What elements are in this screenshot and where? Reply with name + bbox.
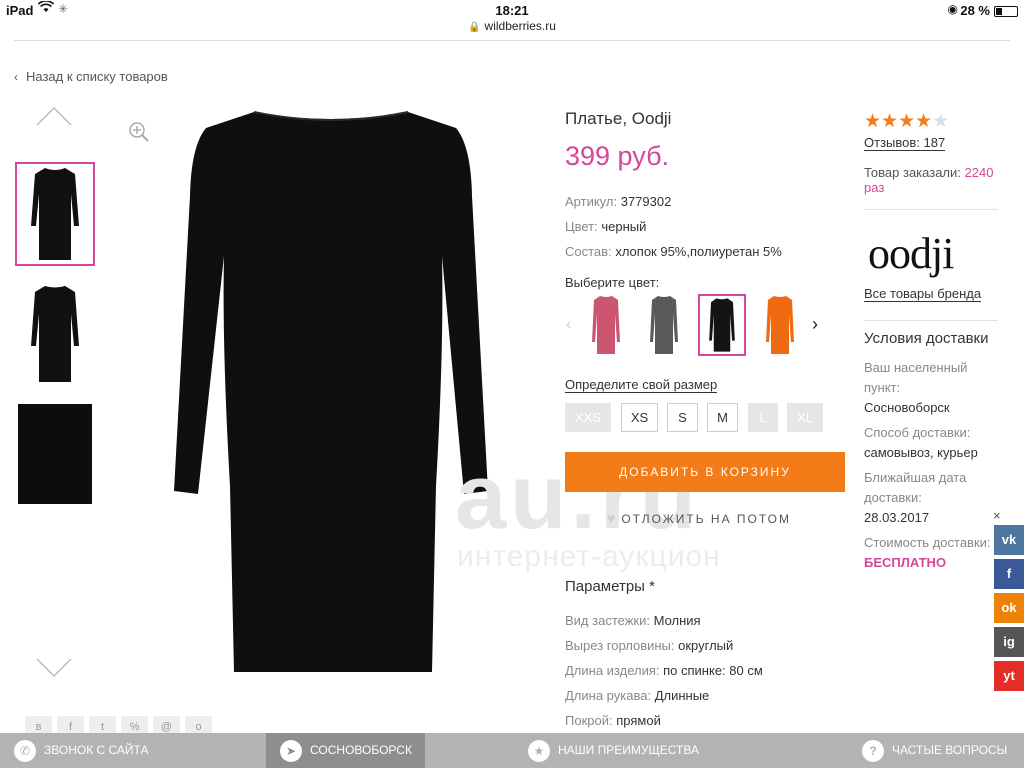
heart-icon: ♥ bbox=[607, 510, 618, 526]
delivery-title: Условия доставки bbox=[864, 330, 989, 347]
location-arrow-icon: ➤ bbox=[280, 739, 302, 762]
size-xxs[interactable]: XXS bbox=[565, 403, 611, 432]
choose-color-label: Выберите цвет: bbox=[565, 275, 660, 290]
star-icon: ★ bbox=[528, 739, 550, 762]
size-guide-link[interactable]: Определите свой размер bbox=[565, 377, 718, 393]
delivery-label: Стоимость доставки: bbox=[864, 535, 991, 550]
product-main-image bbox=[174, 111, 488, 672]
param-row: Длина изделия: по спинке: 80 см bbox=[565, 663, 763, 678]
color-row: Цвет: черный bbox=[565, 219, 647, 234]
chevron-right-icon[interactable]: › bbox=[812, 314, 818, 335]
color-swatch-grey[interactable] bbox=[640, 294, 688, 356]
divider bbox=[14, 40, 1010, 41]
param-row: Покрой: прямой bbox=[565, 713, 661, 728]
battery-percent: 28 % bbox=[960, 3, 990, 18]
delivery-label: Ваш населенный пункт: bbox=[864, 360, 968, 395]
color-swatch-black[interactable] bbox=[698, 294, 746, 356]
zoom-icon[interactable] bbox=[128, 121, 150, 143]
phone-icon: ✆ bbox=[14, 739, 36, 762]
thumbs-up-arrow-icon[interactable] bbox=[36, 106, 72, 126]
faq-button[interactable]: ? ЧАСТЫЕ ВОПРОСЫ bbox=[862, 733, 1007, 768]
divider bbox=[864, 320, 998, 321]
delivery-label: Способ доставки: bbox=[864, 425, 971, 440]
ordered-count: Товар заказали: 2240 раз bbox=[864, 165, 994, 195]
advantages-button[interactable]: ★ НАШИ ПРЕИМУЩЕСТВА bbox=[528, 733, 699, 768]
product-title: Платье, Oodji bbox=[565, 109, 672, 128]
url-text: wildberries.ru bbox=[484, 19, 556, 33]
youtube-icon[interactable]: yt bbox=[994, 661, 1024, 691]
address-bar[interactable]: 🔒 wildberries.ru bbox=[0, 19, 1024, 33]
param-row: Длина рукава: Длинные bbox=[565, 688, 710, 703]
instagram-icon[interactable]: ig bbox=[994, 627, 1024, 657]
size-xl[interactable]: XL bbox=[787, 403, 823, 432]
divider bbox=[864, 209, 998, 210]
back-label: Назад к списку товаров bbox=[26, 69, 168, 84]
delivery-date: 28.03.2017 bbox=[864, 510, 930, 525]
brand-all-products-link[interactable]: Все товары бренда bbox=[864, 286, 982, 302]
rotation-lock-icon: ◉ bbox=[947, 2, 958, 16]
size-xs[interactable]: XS bbox=[621, 403, 658, 432]
add-to-cart-button[interactable]: ДОБАВИТЬ В КОРЗИНУ bbox=[565, 452, 845, 492]
battery-icon bbox=[994, 6, 1018, 17]
back-to-list-link[interactable]: ‹ Назад к списку товаров bbox=[14, 69, 168, 84]
clock: 18:21 bbox=[495, 3, 529, 18]
thumbnail-back[interactable] bbox=[15, 282, 95, 386]
param-row: Вид застежки: Молния bbox=[565, 613, 701, 628]
param-row: Вырез горловины: округлый bbox=[565, 638, 734, 653]
lock-icon: 🔒 bbox=[468, 22, 481, 33]
facebook-icon[interactable]: f bbox=[994, 559, 1024, 589]
delivery-method: самовывоз, курьер bbox=[864, 445, 978, 460]
size-l[interactable]: L bbox=[748, 403, 778, 432]
article-row: Артикул: 3779302 bbox=[565, 194, 672, 209]
params-title: Параметры * bbox=[565, 578, 655, 595]
color-swatch-pink[interactable] bbox=[582, 294, 630, 356]
close-icon[interactable]: × bbox=[993, 508, 1001, 523]
delivery-city[interactable]: Сосновоборск bbox=[864, 400, 950, 415]
brand-logo[interactable]: oodji bbox=[868, 228, 954, 279]
bottom-bar: ✆ ЗВОНОК С САЙТА ➤ СОСНОВОБОРСК ★ НАШИ ПРЕИ… bbox=[0, 733, 1024, 768]
city-button[interactable]: ➤ СОСНОВОБОРСК bbox=[266, 733, 425, 768]
size-s[interactable]: S bbox=[667, 403, 698, 432]
odnoklassniki-icon[interactable]: ok bbox=[994, 593, 1024, 623]
rating-stars: ★★★★★ bbox=[864, 111, 950, 132]
composition-row: Состав: хлопок 95%,полиуретан 5% bbox=[565, 244, 782, 259]
callback-button[interactable]: ✆ ЗВОНОК С САЙТА bbox=[14, 733, 148, 768]
chevron-left-icon[interactable]: ‹ bbox=[566, 316, 571, 334]
thumbnail-front[interactable] bbox=[15, 162, 95, 266]
chevron-left-icon: ‹ bbox=[14, 70, 18, 84]
watermark-subtitle: интернет-аукцион bbox=[457, 540, 721, 573]
thumbnail-fabric[interactable] bbox=[18, 404, 92, 504]
color-swatch-orange[interactable] bbox=[756, 294, 804, 356]
save-for-later-button[interactable]: ♥ ОТЛОЖИТЬ НА ПОТОМ bbox=[607, 510, 791, 526]
delivery-cost: БЕСПЛАТНО bbox=[864, 555, 947, 570]
delivery-label: Ближайшая дата доставки: bbox=[864, 470, 967, 505]
thumbs-down-arrow-icon[interactable] bbox=[36, 658, 72, 678]
product-price: 399 руб. bbox=[565, 141, 670, 171]
size-m[interactable]: M bbox=[707, 403, 738, 432]
reviews-link[interactable]: Отзывов: 187 bbox=[864, 135, 946, 151]
vk-icon[interactable]: vk bbox=[994, 525, 1024, 555]
question-icon: ? bbox=[862, 739, 884, 762]
